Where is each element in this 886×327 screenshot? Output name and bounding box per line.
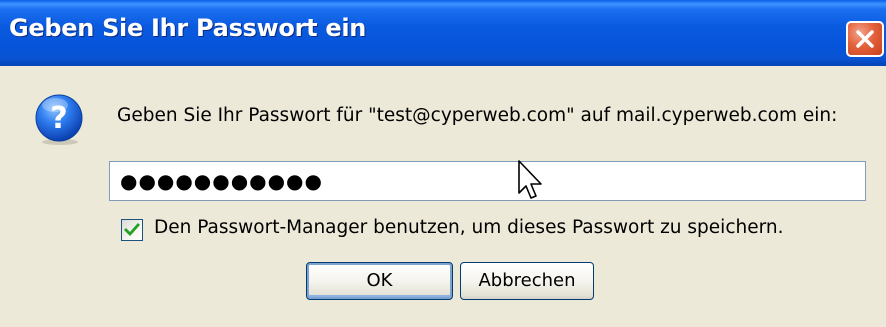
remember-password-label[interactable]: Den Passwort-Manager benutzen, um dieses… xyxy=(154,217,783,238)
question-icon: ? xyxy=(35,94,83,145)
window-title: Geben Sie Ihr Passwort ein xyxy=(9,14,367,42)
password-input[interactable] xyxy=(109,161,866,201)
cancel-button[interactable]: Abbrechen xyxy=(460,262,594,300)
ok-button[interactable]: OK xyxy=(306,262,453,300)
svg-text:?: ? xyxy=(50,101,67,136)
close-icon xyxy=(856,30,874,48)
title-bar[interactable]: Geben Sie Ihr Passwort ein xyxy=(0,0,886,66)
close-button[interactable] xyxy=(846,21,884,57)
password-prompt-text: Geben Sie Ihr Passwort für "test@cyperwe… xyxy=(117,105,838,126)
remember-password-checkbox[interactable] xyxy=(121,219,143,241)
checkmark-icon xyxy=(124,223,140,237)
password-dialog: Geben Sie Ihr Passwort ein ? Geben Sie I… xyxy=(0,0,886,327)
dialog-body: ? Geben Sie Ihr Passwort für "test@cyper… xyxy=(0,66,886,327)
